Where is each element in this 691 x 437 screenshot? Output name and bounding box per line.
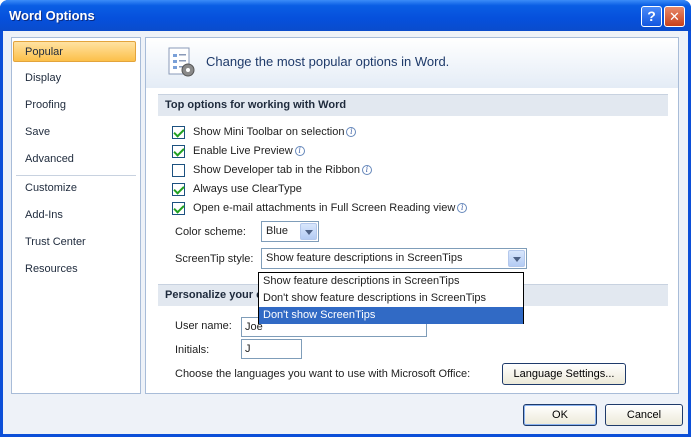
- sidebar-divider: [16, 175, 136, 176]
- options-panel: Change the most popular options in Word.…: [145, 37, 679, 394]
- cleartype-label: Always use ClearType: [193, 183, 302, 195]
- dropdown-option[interactable]: Show feature descriptions in ScreenTips: [259, 273, 523, 290]
- panel-banner: Change the most popular options in Word.: [146, 38, 678, 88]
- mini-toolbar-checkbox[interactable]: [172, 126, 185, 139]
- screentip-style-dropdown: Show feature descriptions in ScreenTips …: [258, 272, 524, 324]
- screentip-style-value: Show feature descriptions in ScreenTips: [266, 252, 463, 264]
- developer-tab-checkbox[interactable]: [172, 164, 185, 177]
- initials-label: Initials:: [175, 344, 210, 356]
- sidebar-item-advanced[interactable]: Advanced: [16, 149, 136, 170]
- title-bar[interactable]: Word Options ? ✕: [0, 0, 691, 31]
- sidebar-item-resources[interactable]: Resources: [16, 259, 136, 280]
- color-scheme-value: Blue: [266, 225, 289, 237]
- checkbox-row-cleartype[interactable]: Always use ClearType: [172, 182, 312, 198]
- mini-toolbar-label: Show Mini Toolbar on selection: [193, 126, 345, 138]
- sidebar-item-trust-center[interactable]: Trust Center: [16, 232, 136, 253]
- live-preview-label: Enable Live Preview: [193, 145, 293, 157]
- info-icon[interactable]: i: [294, 146, 305, 156]
- live-preview-checkbox[interactable]: [172, 145, 185, 158]
- languages-text: Choose the languages you want to use wit…: [175, 368, 471, 380]
- banner-heading: Change the most popular options in Word.: [206, 54, 450, 69]
- sidebar-item-save[interactable]: Save: [16, 122, 136, 143]
- color-scheme-select[interactable]: Blue: [261, 221, 319, 242]
- sidebar-item-customize[interactable]: Customize: [16, 178, 136, 199]
- user-name-label: User name:: [175, 320, 232, 332]
- info-icon[interactable]: i: [346, 127, 357, 137]
- close-button[interactable]: ✕: [664, 6, 685, 27]
- info-icon[interactable]: i: [457, 203, 468, 213]
- developer-tab-label: Show Developer tab in the Ribbon: [193, 164, 360, 176]
- screentip-style-label: ScreenTip style:: [175, 253, 254, 265]
- chevron-down-icon[interactable]: [300, 223, 317, 240]
- dialog-client-area: Popular Display Proofing Save Advanced C…: [3, 31, 688, 434]
- info-icon[interactable]: i: [361, 165, 372, 175]
- top-options-header: Top options for working with Word: [158, 94, 668, 116]
- initials-input[interactable]: J: [241, 339, 302, 359]
- window-title: Word Options: [9, 8, 95, 23]
- word-options-window: Word Options ? ✕ Popular Display Proofin…: [0, 0, 691, 437]
- screentip-style-select[interactable]: Show feature descriptions in ScreenTips: [261, 248, 527, 269]
- full-screen-reading-checkbox[interactable]: [172, 202, 185, 215]
- ok-button[interactable]: OK: [523, 404, 597, 426]
- sidebar-item-add-ins[interactable]: Add-Ins: [16, 205, 136, 226]
- sidebar-item-display[interactable]: Display: [16, 68, 136, 89]
- options-icon: [168, 47, 195, 77]
- full-screen-reading-label: Open e-mail attachments in Full Screen R…: [193, 202, 456, 214]
- checkbox-row-mini-toolbar[interactable]: Show Mini Toolbar on selection i: [172, 125, 372, 141]
- dropdown-option-highlighted[interactable]: Don't show ScreenTips: [259, 307, 523, 324]
- checkbox-row-live-preview[interactable]: Enable Live Preview i: [172, 144, 322, 160]
- sidebar-nav: Popular Display Proofing Save Advanced C…: [11, 37, 141, 394]
- dropdown-option[interactable]: Don't show feature descriptions in Scree…: [259, 290, 523, 307]
- help-button[interactable]: ?: [641, 6, 662, 27]
- checkbox-row-developer-tab[interactable]: Show Developer tab in the Ribbon i: [172, 163, 392, 179]
- sidebar-item-popular[interactable]: Popular: [13, 41, 136, 62]
- cancel-button[interactable]: Cancel: [605, 404, 683, 426]
- color-scheme-label: Color scheme:: [175, 226, 246, 238]
- chevron-down-icon[interactable]: [508, 250, 525, 267]
- language-settings-button[interactable]: Language Settings...: [502, 363, 626, 385]
- cleartype-checkbox[interactable]: [172, 183, 185, 196]
- checkbox-row-full-screen-reading[interactable]: Open e-mail attachments in Full Screen R…: [172, 201, 492, 217]
- sidebar-item-proofing[interactable]: Proofing: [16, 95, 136, 116]
